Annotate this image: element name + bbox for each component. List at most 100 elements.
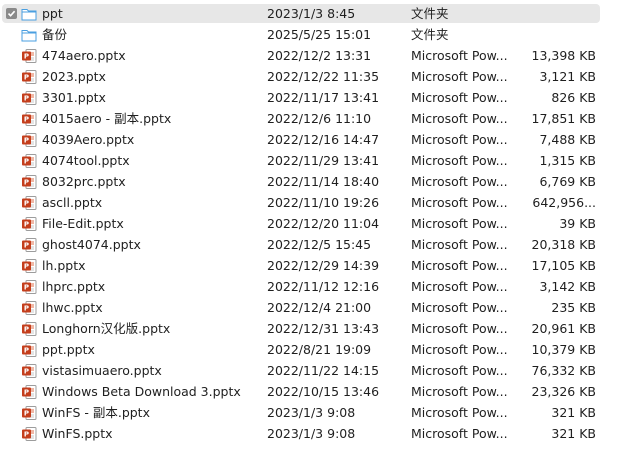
- pptx-file-icon: P: [21, 321, 37, 337]
- pptx-file-icon: P: [21, 153, 37, 169]
- date-modified: 2022/11/17 13:41: [267, 90, 380, 105]
- pptx-file-icon: P: [21, 300, 37, 316]
- file-type: Microsoft Pow...: [411, 279, 508, 294]
- file-type: Microsoft Pow...: [411, 258, 508, 273]
- file-name: Windows Beta Download 3.pptx: [42, 384, 241, 399]
- file-type: 文件夹: [411, 27, 449, 42]
- pptx-file-icon: P: [21, 279, 37, 295]
- file-type: Microsoft Pow...: [411, 426, 508, 441]
- file-type: Microsoft Pow...: [411, 237, 508, 252]
- file-name: 4074tool.pptx: [42, 153, 130, 168]
- file-size: 17,851 KB: [531, 111, 596, 126]
- pptx-file-icon: P: [21, 363, 37, 379]
- pptx-file-icon: P: [21, 426, 37, 442]
- pptx-file-icon: P: [21, 237, 37, 253]
- file-row[interactable]: P 4039Aero.pptx 2022/12/16 14:47 Microso…: [0, 129, 620, 150]
- svg-text:P: P: [24, 74, 29, 82]
- file-row[interactable]: P 3301.pptx 2022/11/17 13:41 Microsoft P…: [0, 87, 620, 108]
- file-row[interactable]: P 2023.pptx 2022/12/22 11:35 Microsoft P…: [0, 66, 620, 87]
- file-name: WinFS.pptx: [42, 426, 113, 441]
- pptx-file-icon: P: [21, 384, 37, 400]
- file-size: 39 KB: [559, 216, 596, 231]
- file-row[interactable]: ppt 2023/1/3 8:45 文件夹: [0, 3, 620, 24]
- file-size: 3,121 KB: [539, 69, 596, 84]
- file-size: 6,769 KB: [539, 174, 596, 189]
- file-type: Microsoft Pow...: [411, 69, 508, 84]
- pptx-file-icon: P: [21, 111, 37, 127]
- file-row[interactable]: P ghost4074.pptx 2022/12/5 15:45 Microso…: [0, 234, 620, 255]
- file-size: 235 KB: [551, 300, 596, 315]
- file-name: ascll.pptx: [42, 195, 103, 210]
- file-row[interactable]: P 4015aero - 副本.pptx 2022/12/6 11:10 Mic…: [0, 108, 620, 129]
- file-name: 4015aero - 副本.pptx: [42, 111, 172, 126]
- date-modified: 2023/1/3 9:08: [267, 405, 356, 420]
- svg-text:P: P: [24, 200, 29, 208]
- date-modified: 2022/12/4 21:00: [267, 300, 372, 315]
- row-checkbox[interactable]: [6, 8, 17, 19]
- svg-text:P: P: [24, 95, 29, 103]
- file-type: Microsoft Pow...: [411, 405, 508, 420]
- file-type: Microsoft Pow...: [411, 132, 508, 147]
- pptx-file-icon: P: [21, 258, 37, 274]
- file-type: Microsoft Pow...: [411, 300, 508, 315]
- pptx-file-icon: P: [21, 405, 37, 421]
- file-row[interactable]: P lh.pptx 2022/12/29 14:39 Microsoft Pow…: [0, 255, 620, 276]
- file-row[interactable]: P Windows Beta Download 3.pptx 2022/10/1…: [0, 381, 620, 402]
- file-row[interactable]: P lhprc.pptx 2022/11/12 12:16 Microsoft …: [0, 276, 620, 297]
- date-modified: 2022/11/12 12:16: [267, 279, 380, 294]
- file-type: Microsoft Pow...: [411, 48, 508, 63]
- file-type: Microsoft Pow...: [411, 342, 508, 357]
- file-row[interactable]: 备份 2025/5/25 15:01 文件夹: [0, 24, 620, 45]
- file-row[interactable]: P ppt.pptx 2022/8/21 19:09 Microsoft Pow…: [0, 339, 620, 360]
- file-type: Microsoft Pow...: [411, 195, 508, 210]
- file-size: 642,956...: [532, 195, 596, 210]
- date-modified: 2022/12/5 15:45: [267, 237, 372, 252]
- file-size: 1,315 KB: [539, 153, 596, 168]
- date-modified: 2022/11/29 13:41: [267, 153, 380, 168]
- file-size: 76,332 KB: [531, 363, 596, 378]
- pptx-file-icon: P: [21, 69, 37, 85]
- date-modified: 2022/10/15 13:46: [267, 384, 380, 399]
- file-name: lhwc.pptx: [42, 300, 103, 315]
- file-name: lh.pptx: [42, 258, 86, 273]
- date-modified: 2022/12/22 11:35: [267, 69, 380, 84]
- file-row[interactable]: P ascll.pptx 2022/11/10 19:26 Microsoft …: [0, 192, 620, 213]
- date-modified: 2022/12/2 13:31: [267, 48, 372, 63]
- file-size: 17,105 KB: [531, 258, 596, 273]
- svg-text:P: P: [24, 305, 29, 313]
- pptx-file-icon: P: [21, 342, 37, 358]
- file-type: 文件夹: [411, 6, 449, 21]
- svg-text:P: P: [24, 347, 29, 355]
- date-modified: 2022/11/14 18:40: [267, 174, 380, 189]
- svg-text:P: P: [24, 179, 29, 187]
- svg-text:P: P: [24, 221, 29, 229]
- date-modified: 2022/12/6 11:10: [267, 111, 372, 126]
- svg-text:P: P: [24, 116, 29, 124]
- file-row[interactable]: P WinFS.pptx 2023/1/3 9:08 Microsoft Pow…: [0, 423, 620, 444]
- svg-text:P: P: [24, 53, 29, 61]
- file-row[interactable]: P File-Edit.pptx 2022/12/20 11:04 Micros…: [0, 213, 620, 234]
- file-type: Microsoft Pow...: [411, 90, 508, 105]
- file-name: 8032prc.pptx: [42, 174, 126, 189]
- folder-icon: [21, 6, 37, 22]
- folder-icon: [21, 27, 37, 43]
- file-type: Microsoft Pow...: [411, 174, 508, 189]
- file-size: 13,398 KB: [531, 48, 596, 63]
- file-list: ppt 2023/1/3 8:45 文件夹 备份 2025/5/25 15:01…: [0, 3, 620, 444]
- file-row[interactable]: P WinFS - 副本.pptx 2023/1/3 9:08 Microsof…: [0, 402, 620, 423]
- file-row[interactable]: P Longhorn汉化版.pptx 2022/12/31 13:43 Micr…: [0, 318, 620, 339]
- svg-text:P: P: [24, 242, 29, 250]
- file-name: ghost4074.pptx: [42, 237, 141, 252]
- file-size: 3,142 KB: [539, 279, 596, 294]
- file-row[interactable]: P 8032prc.pptx 2022/11/14 18:40 Microsof…: [0, 171, 620, 192]
- file-size: 826 KB: [551, 90, 596, 105]
- file-row[interactable]: P 4074tool.pptx 2022/11/29 13:41 Microso…: [0, 150, 620, 171]
- svg-text:P: P: [24, 410, 29, 418]
- file-row[interactable]: P lhwc.pptx 2022/12/4 21:00 Microsoft Po…: [0, 297, 620, 318]
- file-type: Microsoft Pow...: [411, 111, 508, 126]
- file-row[interactable]: P vistasimuaero.pptx 2022/11/22 14:15 Mi…: [0, 360, 620, 381]
- file-row[interactable]: P 474aero.pptx 2022/12/2 13:31 Microsoft…: [0, 45, 620, 66]
- date-modified: 2023/1/3 8:45: [267, 6, 356, 21]
- date-modified: 2022/12/29 14:39: [267, 258, 380, 273]
- file-name: 备份: [42, 27, 68, 42]
